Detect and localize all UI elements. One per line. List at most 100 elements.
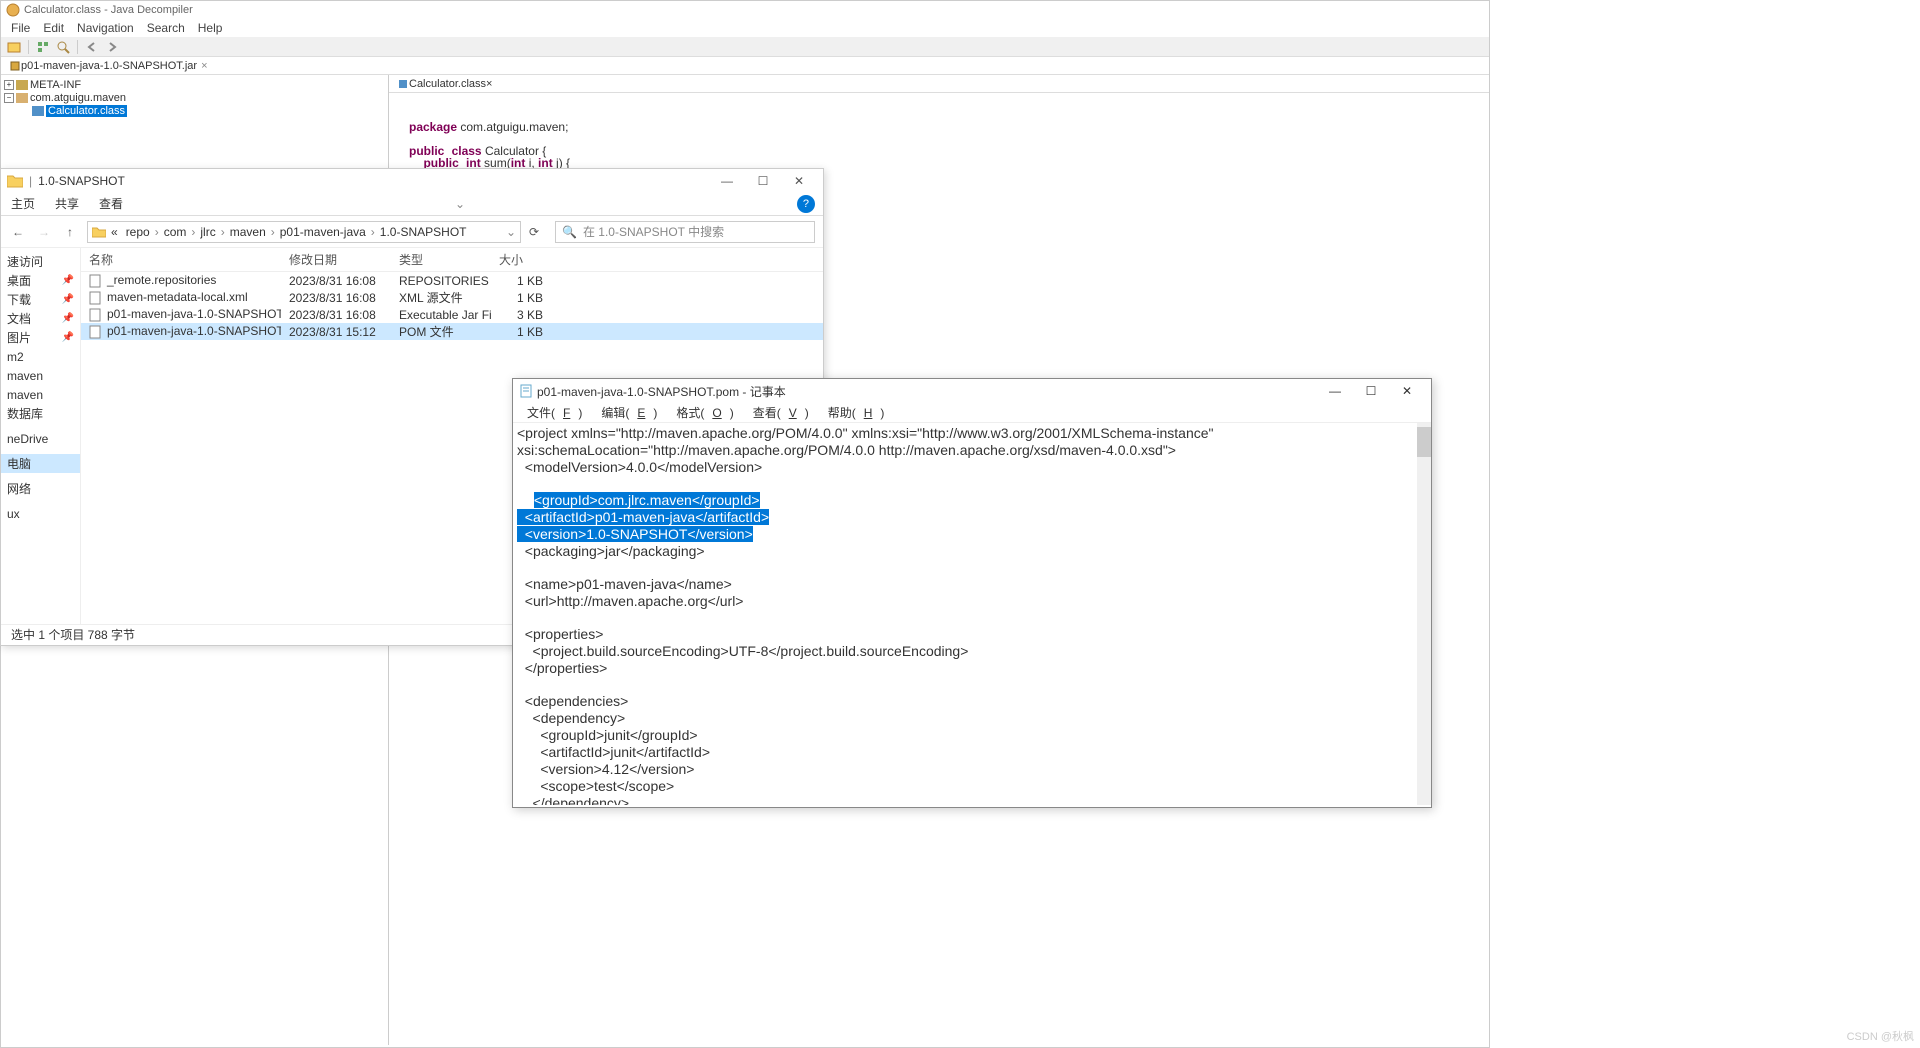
close-tab-icon[interactable]: ×	[486, 78, 492, 90]
code-tab-bar: Calculator.class ×	[389, 75, 1489, 93]
tree-expand-icon[interactable]: +	[4, 80, 14, 90]
col-type[interactable]: 类型	[391, 251, 491, 268]
title-separator: |	[29, 174, 32, 188]
menu-help[interactable]: 帮助(H)	[820, 404, 893, 421]
maximize-button[interactable]: ☐	[1353, 380, 1389, 402]
pom-line: <packaging>jar</packaging>	[517, 543, 705, 559]
pom-line: <dependency>	[517, 710, 625, 726]
file-row[interactable]: maven-metadata-local.xml2023/8/31 16:08X…	[81, 289, 823, 306]
file-icon	[89, 325, 103, 339]
sidebar-item[interactable]: 网络	[1, 479, 80, 498]
sidebar-item[interactable]: ux	[1, 504, 80, 523]
sidebar-item[interactable]: 图片📌	[1, 328, 80, 347]
breadcrumb-item[interactable]: p01-maven-java	[277, 225, 369, 239]
close-button[interactable]: ✕	[781, 170, 817, 192]
ribbon-tab-view[interactable]: 查看	[99, 195, 123, 212]
menu-view[interactable]: 查看(V)	[745, 404, 817, 421]
explorer-title-text: 1.0-SNAPSHOT	[38, 174, 125, 188]
nav-back-icon[interactable]: ←	[9, 223, 27, 241]
menu-file[interactable]: File	[6, 21, 35, 35]
menu-help[interactable]: Help	[193, 21, 228, 35]
pom-line: xsi:schemaLocation="http://maven.apache.…	[517, 442, 1176, 458]
app-icon	[6, 3, 20, 17]
sidebar-item[interactable]: 数据库	[1, 404, 80, 423]
explorer-sidebar: 速访问 桌面📌 下载 📌 文档📌 图片📌 m2 maven maven 数据库 n…	[1, 248, 81, 624]
nav-forward-icon[interactable]: →	[35, 223, 53, 241]
window-controls: — ☐ ✕	[709, 170, 817, 192]
breadcrumb-item[interactable]: «	[108, 225, 121, 239]
maximize-button[interactable]: ☐	[745, 170, 781, 192]
notepad-title-text: p01-maven-java-1.0-SNAPSHOT.pom - 记事本	[537, 383, 786, 400]
search-box[interactable]: 🔍 在 1.0-SNAPSHOT 中搜索	[555, 221, 815, 243]
close-button[interactable]: ✕	[1389, 380, 1425, 402]
sidebar-item[interactable]: 文档📌	[1, 309, 80, 328]
pom-line: <properties>	[517, 626, 603, 642]
menu-file[interactable]: 文件(F)	[519, 404, 590, 421]
code-tab-item[interactable]: Calculator.class ×	[393, 78, 496, 90]
nav-back-icon[interactable]	[84, 39, 100, 55]
ribbon-tab-share[interactable]: 共享	[55, 195, 79, 212]
sidebar-item[interactable]: maven	[1, 385, 80, 404]
open-file-icon[interactable]	[6, 39, 22, 55]
menu-navigation[interactable]: Navigation	[72, 21, 139, 35]
minimize-button[interactable]: —	[1317, 380, 1353, 402]
menu-format[interactable]: 格式(O)	[668, 404, 741, 421]
search-icon: 🔍	[562, 225, 577, 239]
sidebar-item[interactable]: 桌面📌	[1, 271, 80, 290]
pom-line: <version>4.12</version>	[517, 761, 694, 777]
menu-edit[interactable]: 编辑(E)	[593, 404, 665, 421]
menu-edit[interactable]: Edit	[38, 21, 69, 35]
ribbon-tab-home[interactable]: 主页	[11, 195, 35, 212]
scrollbar[interactable]	[1417, 423, 1431, 805]
pin-icon: 📌	[62, 294, 74, 305]
nav-up-icon[interactable]: ↑	[61, 223, 79, 241]
close-tab-icon[interactable]: ×	[201, 60, 207, 72]
col-size[interactable]: 大小	[491, 251, 551, 268]
refresh-icon[interactable]: ⟳	[529, 225, 547, 239]
tree-collapse-icon[interactable]: −	[4, 93, 14, 103]
tree-label: META-INF	[30, 79, 81, 91]
tree-item-calculator-class[interactable]: Calculator.class	[4, 104, 385, 117]
tree-icon[interactable]	[35, 39, 51, 55]
decompiler-toolbar	[1, 37, 1489, 57]
search-icon[interactable]	[55, 39, 71, 55]
pom-line: <dependencies>	[517, 693, 628, 709]
breadcrumb-item[interactable]: maven	[227, 225, 269, 239]
tree-item-meta-inf[interactable]: + META-INF	[4, 78, 385, 91]
breadcrumb-dropdown-icon[interactable]: ⌄	[506, 225, 516, 239]
explorer-ribbon: 主页 共享 查看 ⌄ ?	[1, 192, 823, 216]
decompiler-titlebar: Calculator.class - Java Decompiler	[1, 1, 1489, 19]
col-name[interactable]: 名称	[81, 251, 281, 268]
breadcrumb-item[interactable]: com	[161, 225, 190, 239]
breadcrumb[interactable]: « repo› com› jlrc› maven› p01-maven-java…	[87, 221, 521, 243]
help-icon[interactable]: ?	[797, 195, 815, 213]
sidebar-item[interactable]: 速访问	[1, 252, 80, 271]
notepad-titlebar[interactable]: p01-maven-java-1.0-SNAPSHOT.pom - 记事本 — …	[513, 379, 1431, 403]
col-date[interactable]: 修改日期	[281, 251, 391, 268]
pom-line: <project.build.sourceEncoding>UTF-8</pro…	[517, 643, 968, 659]
jar-tab-label: p01-maven-java-1.0-SNAPSHOT.jar	[21, 60, 197, 72]
sidebar-item[interactable]: m2	[1, 347, 80, 366]
breadcrumb-item[interactable]: 1.0-SNAPSHOT	[377, 225, 470, 239]
file-row[interactable]: p01-maven-java-1.0-SNAPSHOT.pom2023/8/31…	[81, 323, 823, 340]
breadcrumb-item[interactable]: jlrc	[197, 225, 218, 239]
sidebar-label: 下载	[7, 291, 31, 308]
notepad-content[interactable]: <project xmlns="http://maven.apache.org/…	[513, 423, 1431, 805]
class-icon	[397, 78, 409, 90]
sidebar-item[interactable]: maven	[1, 366, 80, 385]
sidebar-item-computer[interactable]: 电脑	[1, 454, 80, 473]
scrollbar-thumb[interactable]	[1417, 427, 1431, 457]
breadcrumb-item[interactable]: repo	[123, 225, 153, 239]
minimize-button[interactable]: —	[709, 170, 745, 192]
sidebar-label: maven	[7, 388, 43, 402]
nav-forward-icon[interactable]	[104, 39, 120, 55]
explorer-titlebar[interactable]: | 1.0-SNAPSHOT — ☐ ✕	[1, 169, 823, 192]
menu-search[interactable]: Search	[142, 21, 190, 35]
ribbon-expand-icon[interactable]: ⌄	[455, 197, 465, 211]
sidebar-item[interactable]: neDrive	[1, 429, 80, 448]
tree-item-package[interactable]: − com.atguigu.maven	[4, 91, 385, 104]
sidebar-item[interactable]: 下载 📌	[1, 290, 80, 309]
file-row[interactable]: p01-maven-java-1.0-SNAPSHOT.jar2023/8/31…	[81, 306, 823, 323]
jar-tab-item[interactable]: p01-maven-java-1.0-SNAPSHOT.jar ×	[5, 60, 212, 72]
file-row[interactable]: _remote.repositories2023/8/31 16:08REPOS…	[81, 272, 823, 289]
